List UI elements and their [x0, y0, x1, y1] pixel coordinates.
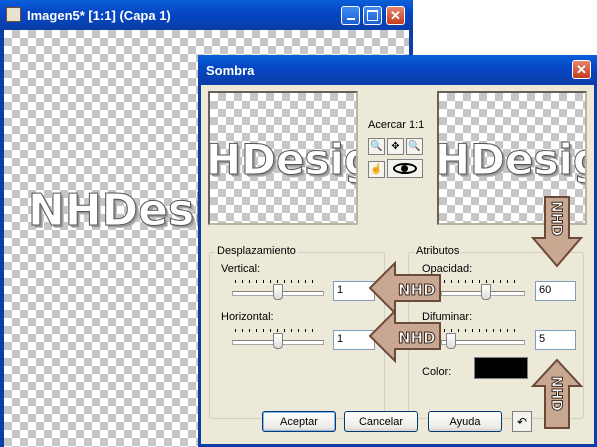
watermark-arrow-left-1: NHD — [368, 260, 441, 316]
watermark-arrow-down: NHD — [530, 196, 584, 268]
watermark-arrow-text: NHD — [548, 376, 564, 411]
watermark-arrow-text: NHD — [398, 281, 436, 299]
watermark-overlay: NHD NHD NHD NHD — [368, 196, 584, 429]
watermark-arrow-up: NHD — [530, 358, 584, 429]
watermark-arrow-text: NHD — [398, 329, 436, 347]
watermark-arrow-text: NHD — [548, 201, 564, 236]
watermark-arrow-left-2: NHD — [368, 308, 441, 364]
